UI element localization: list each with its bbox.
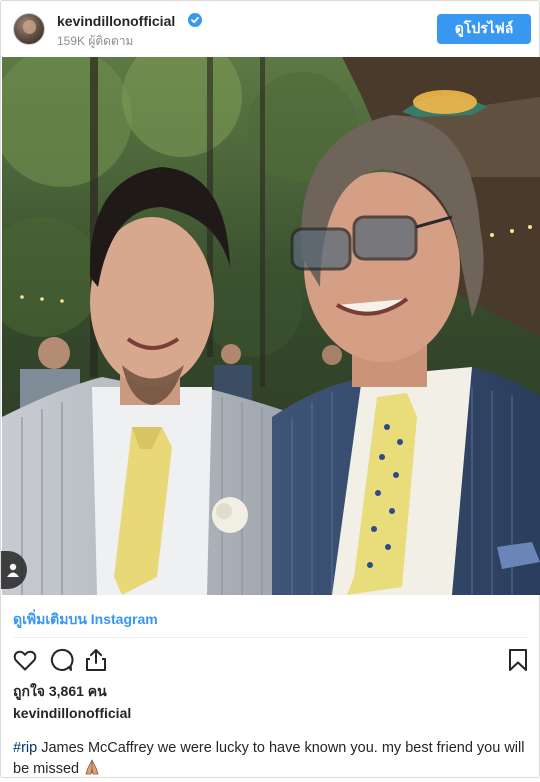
- profile-avatar[interactable]: [13, 13, 45, 45]
- action-bar: [1, 643, 540, 677]
- view-more-on-instagram-link[interactable]: ดูเพิ่มเติมบน Instagram: [13, 609, 158, 631]
- like-count[interactable]: ถูกใจ 3,861 คน: [13, 681, 107, 703]
- post-header: kevindillonofficial 159K ผู้ติดตาม ดูโปร…: [1, 1, 540, 57]
- view-profile-button[interactable]: ดูโปรไฟล์: [437, 14, 531, 44]
- bookmark-icon[interactable]: [505, 647, 531, 673]
- post-photo[interactable]: [2, 57, 540, 595]
- post-caption: #rip James McCaffrey we were lucky to ha…: [13, 739, 533, 782]
- verified-badge-icon: [188, 13, 202, 27]
- caption-username[interactable]: kevindillonofficial: [13, 705, 131, 721]
- pray-hands-emoji: [83, 758, 101, 782]
- hashtag-link[interactable]: #rip: [13, 740, 37, 756]
- header-username[interactable]: kevindillonofficial: [57, 13, 175, 29]
- divider: [13, 637, 529, 638]
- share-icon[interactable]: [83, 647, 109, 673]
- comment-bubble-icon[interactable]: [48, 647, 74, 673]
- instagram-embed-card: kevindillonofficial 159K ผู้ติดตาม ดูโปร…: [0, 0, 540, 778]
- heart-icon[interactable]: [12, 647, 38, 673]
- follower-count: 159K ผู้ติดตาม: [57, 34, 134, 48]
